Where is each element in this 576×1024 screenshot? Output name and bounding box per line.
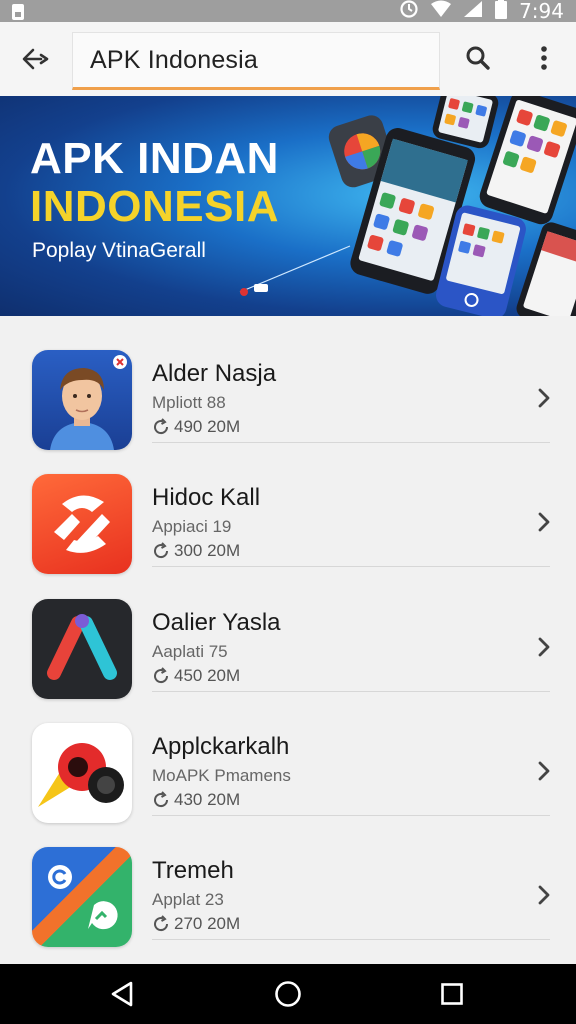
app-icon-avatar	[32, 350, 132, 450]
app-icon-camera-logo	[32, 723, 132, 823]
nav-home-button[interactable]	[258, 972, 318, 1016]
list-item[interactable]: Tremeh Applat 23 270 20M	[0, 813, 576, 947]
app-stats: 450 20M	[152, 666, 240, 686]
alarm-icon	[399, 0, 419, 24]
wifi-icon	[431, 0, 452, 23]
app-subtitle: MoAPK Pmamens	[152, 766, 291, 785]
chevron-right-icon	[538, 761, 550, 781]
app-name: Applckarkalh	[152, 733, 290, 760]
overflow-menu-button[interactable]	[518, 32, 570, 84]
refresh-icon	[154, 542, 169, 559]
app-stats-text: 450 20M	[174, 666, 241, 685]
app-stats-text: 430 20M	[174, 790, 241, 809]
search-input[interactable]: APK Indonesia	[72, 32, 440, 90]
back-arrow-icon	[22, 48, 49, 70]
app-stats-text: 270 20M	[174, 914, 241, 933]
app-subtitle: Applat 23	[152, 890, 224, 909]
status-bar: 7:94	[0, 0, 576, 22]
app-list: Alder Nasja Mpliott 88 490 20M Hidoc Kal…	[0, 316, 576, 964]
list-item[interactable]: Applckarkalh MoAPK Pmamens 430 20M	[0, 689, 576, 823]
refresh-icon	[154, 667, 169, 684]
app-name: Tremeh	[152, 857, 234, 884]
list-item[interactable]: Alder Nasja Mpliott 88 490 20M	[0, 316, 576, 450]
back-button[interactable]	[0, 22, 72, 96]
promo-banner[interactable]: APK INDAN INDONESIA Poplay VtinaGerall	[0, 96, 576, 316]
app-stats: 270 20M	[152, 914, 240, 934]
app-icon-chat-logo	[32, 847, 132, 947]
search-button[interactable]	[452, 32, 504, 84]
refresh-icon	[154, 791, 169, 808]
app-stats-text: 300 20M	[174, 541, 241, 560]
list-item[interactable]: Hidoc Kall Appiaci 19 300 20M	[0, 440, 576, 574]
app-name: Oalier Yasla	[152, 609, 281, 636]
chevron-right-icon	[538, 637, 550, 657]
refresh-icon	[154, 915, 169, 932]
app-subtitle: Appiaci 19	[152, 517, 232, 536]
square-recents-icon	[441, 983, 463, 1005]
refresh-icon	[154, 418, 169, 435]
banner-subtitle: Poplay VtinaGerall	[32, 239, 206, 262]
list-item[interactable]: Oalier Yasla Aaplati 75 450 20M	[0, 565, 576, 699]
chevron-right-icon	[538, 885, 550, 905]
battery-icon	[495, 0, 508, 24]
app-stats-text: 490 20M	[174, 417, 241, 436]
app-icon-red-logo	[32, 474, 132, 574]
app-stats: 300 20M	[152, 541, 240, 561]
more-vert-icon	[541, 46, 547, 70]
app-stats: 430 20M	[152, 790, 240, 810]
divider	[152, 939, 550, 940]
chevron-right-icon	[538, 512, 550, 532]
notification-icon	[10, 3, 30, 20]
app-bar: APK Indonesia	[0, 22, 576, 96]
status-time: 7:94	[519, 0, 564, 23]
app-name: Alder Nasja	[152, 360, 277, 387]
system-nav-bar	[0, 964, 576, 1024]
chevron-right-icon	[538, 388, 550, 408]
app-icon-a-logo	[32, 599, 132, 699]
triangle-back-icon	[111, 981, 133, 1007]
app-subtitle: Mpliott 88	[152, 393, 226, 412]
search-query: APK Indonesia	[90, 45, 258, 74]
nav-recents-button[interactable]	[422, 972, 482, 1016]
app-subtitle: Aaplati 75	[152, 642, 228, 661]
signal-icon	[463, 0, 483, 23]
circle-home-icon	[275, 981, 301, 1007]
app-stats: 490 20M	[152, 417, 240, 437]
banner-phones-illustration	[239, 96, 576, 316]
nav-back-button[interactable]	[92, 972, 152, 1016]
app-name: Hidoc Kall	[152, 484, 261, 511]
search-icon	[466, 46, 490, 70]
